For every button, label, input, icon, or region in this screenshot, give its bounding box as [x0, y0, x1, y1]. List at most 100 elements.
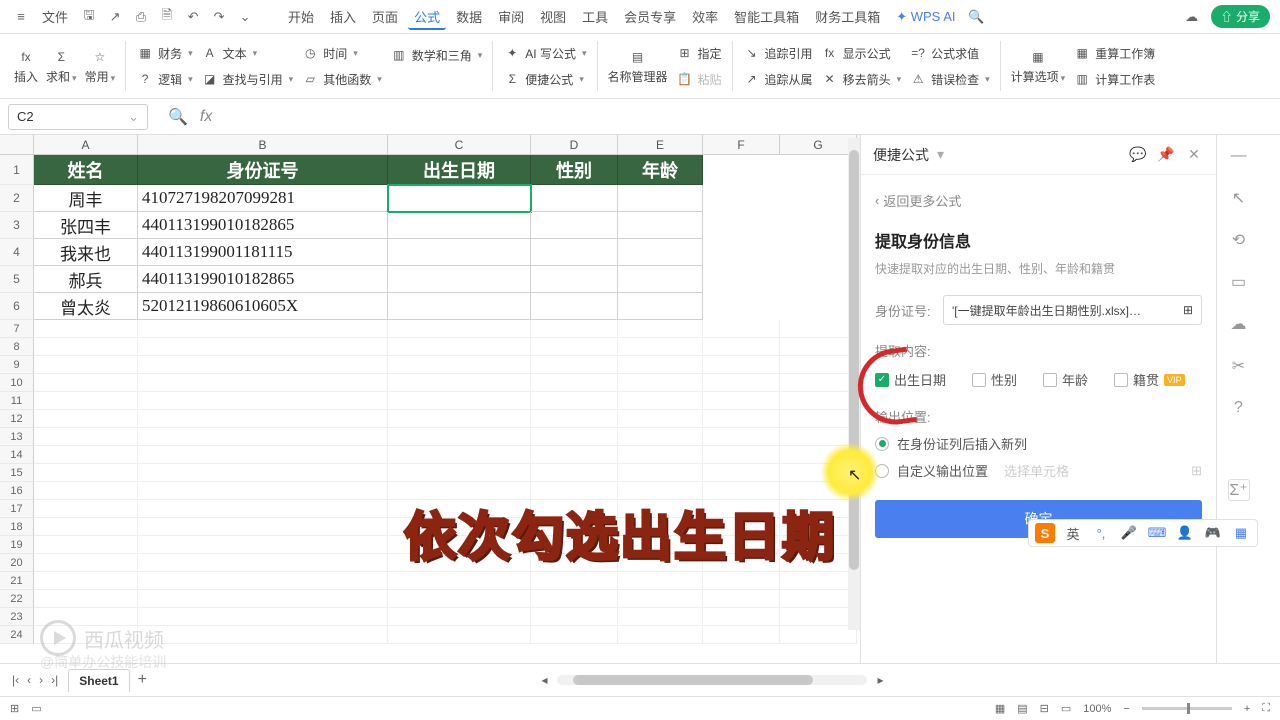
- fullscreen-icon[interactable]: ⛶: [1262, 702, 1270, 715]
- ribbon-calc-opt[interactable]: ▦计算选项▾: [1007, 46, 1070, 87]
- cell-id[interactable]: 52012119860610605X: [138, 293, 388, 320]
- menu-tools[interactable]: 工具: [576, 3, 614, 30]
- ribbon-designate[interactable]: ⊞指定: [672, 42, 726, 64]
- row-num[interactable]: 9: [0, 356, 34, 374]
- menu-finance-tools[interactable]: 财务工具箱: [809, 3, 886, 30]
- header-age[interactable]: 年龄: [618, 155, 703, 185]
- row-num[interactable]: 23: [0, 608, 34, 626]
- check-origin[interactable]: 籍贯VIP: [1114, 370, 1185, 389]
- zoom-value[interactable]: 100%: [1083, 703, 1111, 715]
- spreadsheet[interactable]: A B C D E F G 1 姓名 身份证号 出生日期 性别 年龄 2周丰41…: [0, 135, 860, 663]
- status-icon-2[interactable]: ▭: [31, 702, 41, 715]
- ribbon-quick-formula[interactable]: Σ便捷公式▾: [499, 68, 590, 90]
- ribbon-calc-ws[interactable]: ▥计算工作表: [1069, 68, 1159, 90]
- ribbon-sum[interactable]: Σ求和▾: [42, 46, 81, 87]
- status-icon[interactable]: ⊞: [10, 702, 19, 715]
- cell-dob[interactable]: [388, 212, 531, 239]
- tab-prev-icon[interactable]: ‹: [25, 673, 33, 687]
- ribbon-trace-dep[interactable]: ↗追踪从属: [739, 68, 817, 90]
- menu-file[interactable]: 文件: [36, 3, 74, 30]
- fx-label[interactable]: fx: [200, 108, 212, 126]
- row-num[interactable]: 2: [0, 185, 34, 212]
- cell-name[interactable]: 周丰: [34, 185, 138, 212]
- menu-smart-tools[interactable]: 智能工具箱: [728, 3, 805, 30]
- menu-data[interactable]: 数据: [450, 3, 488, 30]
- ribbon-insert-fn[interactable]: fx插入: [10, 46, 42, 87]
- ribbon-math[interactable]: ▥数学和三角▾: [386, 44, 487, 66]
- add-sheet-button[interactable]: +: [138, 671, 147, 689]
- view-page-icon[interactable]: ▤: [1017, 702, 1027, 715]
- radio-custom-pos[interactable]: 自定义输出位置 选择单元格 ⊞: [875, 461, 1202, 480]
- menu-efficiency[interactable]: 效率: [686, 3, 724, 30]
- cell-id[interactable]: 440113199001181115: [138, 239, 388, 266]
- ime-keyboard-icon[interactable]: ⌨: [1147, 523, 1167, 543]
- cursor-icon[interactable]: ↖: [1228, 187, 1250, 209]
- cell-age[interactable]: [618, 266, 703, 293]
- ime-punct-icon[interactable]: °,: [1091, 523, 1111, 543]
- cell-dob[interactable]: [388, 185, 531, 212]
- header-name[interactable]: 姓名: [34, 155, 138, 185]
- help-icon[interactable]: ?: [1228, 397, 1250, 419]
- app-menu-icon[interactable]: ≡: [10, 6, 32, 28]
- cell-dob[interactable]: [388, 266, 531, 293]
- ime-toolbar[interactable]: S 英 °, 🎤 ⌨ 👤 🎮 ▦: [1028, 519, 1258, 547]
- share-button[interactable]: ⇧ 分享: [1211, 5, 1270, 28]
- ribbon-lookup[interactable]: ◪查找与引用▾: [197, 68, 298, 90]
- tab-first-icon[interactable]: |‹: [10, 673, 21, 687]
- ime-mic-icon[interactable]: 🎤: [1119, 523, 1139, 543]
- view-read-icon[interactable]: ▭: [1061, 702, 1071, 715]
- row-num[interactable]: 19: [0, 536, 34, 554]
- row-num[interactable]: 24: [0, 626, 34, 644]
- row-num[interactable]: 4: [0, 239, 34, 266]
- settings-icon[interactable]: ⟲: [1228, 229, 1250, 251]
- undo-icon[interactable]: ↶: [182, 6, 204, 28]
- cell-age[interactable]: [618, 239, 703, 266]
- zoom-in-icon[interactable]: +: [1244, 703, 1250, 715]
- preview-icon[interactable]: 🗎: [156, 6, 178, 28]
- cell-id[interactable]: 440113199010182865: [138, 212, 388, 239]
- ribbon-trace-ref[interactable]: ↘追踪引用: [739, 42, 817, 64]
- dropdown-icon[interactable]: ⌄: [234, 6, 256, 28]
- cell-name[interactable]: 郝兵: [34, 266, 138, 293]
- menu-view[interactable]: 视图: [534, 3, 572, 30]
- id-range-input[interactable]: '[一键提取年龄出生日期性别.xlsx]Sheet1 ⊞: [943, 295, 1202, 325]
- cell-sex[interactable]: [531, 266, 618, 293]
- row-num[interactable]: 17: [0, 500, 34, 518]
- row-num[interactable]: 8: [0, 338, 34, 356]
- tools-icon[interactable]: ✂: [1228, 355, 1250, 377]
- row-num[interactable]: 16: [0, 482, 34, 500]
- row-num[interactable]: 20: [0, 554, 34, 572]
- ribbon-recalc-wb[interactable]: ▦重算工作簿: [1069, 42, 1159, 64]
- select-all-corner[interactable]: [0, 135, 34, 155]
- export-icon[interactable]: ↗: [104, 6, 126, 28]
- cloud-sync-icon[interactable]: ☁: [1228, 313, 1250, 335]
- hscroll-left-icon[interactable]: ◂: [541, 673, 547, 687]
- menu-wps-ai[interactable]: ✦ WPS AI: [890, 5, 961, 29]
- ribbon-logic[interactable]: ?逻辑▾: [132, 68, 197, 90]
- minimize-icon[interactable]: —: [1228, 145, 1250, 167]
- row-num[interactable]: 6: [0, 293, 34, 320]
- ime-lang[interactable]: 英: [1063, 523, 1083, 543]
- row-num[interactable]: 18: [0, 518, 34, 536]
- tab-last-icon[interactable]: ›|: [49, 673, 60, 687]
- row-num[interactable]: 12: [0, 410, 34, 428]
- cell-name[interactable]: 我来也: [34, 239, 138, 266]
- chevron-down-icon[interactable]: ▾: [937, 146, 944, 163]
- row-num[interactable]: 1: [0, 155, 34, 185]
- row-num[interactable]: 15: [0, 464, 34, 482]
- menu-start[interactable]: 开始: [282, 3, 320, 30]
- back-link[interactable]: ‹ 返回更多公式: [875, 185, 1202, 216]
- layout-icon[interactable]: ▭: [1228, 271, 1250, 293]
- menu-vip[interactable]: 会员专享: [618, 3, 682, 30]
- hscroll-right-icon[interactable]: ▸: [877, 673, 883, 687]
- cell-sex[interactable]: [531, 293, 618, 320]
- cell-name[interactable]: 张四丰: [34, 212, 138, 239]
- ribbon-other[interactable]: ▱其他函数▾: [297, 68, 386, 90]
- ime-game-icon[interactable]: 🎮: [1203, 523, 1223, 543]
- ribbon-ai-formula[interactable]: ✦AI 写公式▾: [499, 42, 590, 64]
- col-header-B[interactable]: B: [138, 135, 388, 154]
- zoom-reset-icon[interactable]: 🔍: [168, 107, 188, 127]
- col-header-A[interactable]: A: [34, 135, 138, 154]
- check-sex[interactable]: 性别: [972, 370, 1017, 389]
- cell-id[interactable]: 440113199010182865: [138, 266, 388, 293]
